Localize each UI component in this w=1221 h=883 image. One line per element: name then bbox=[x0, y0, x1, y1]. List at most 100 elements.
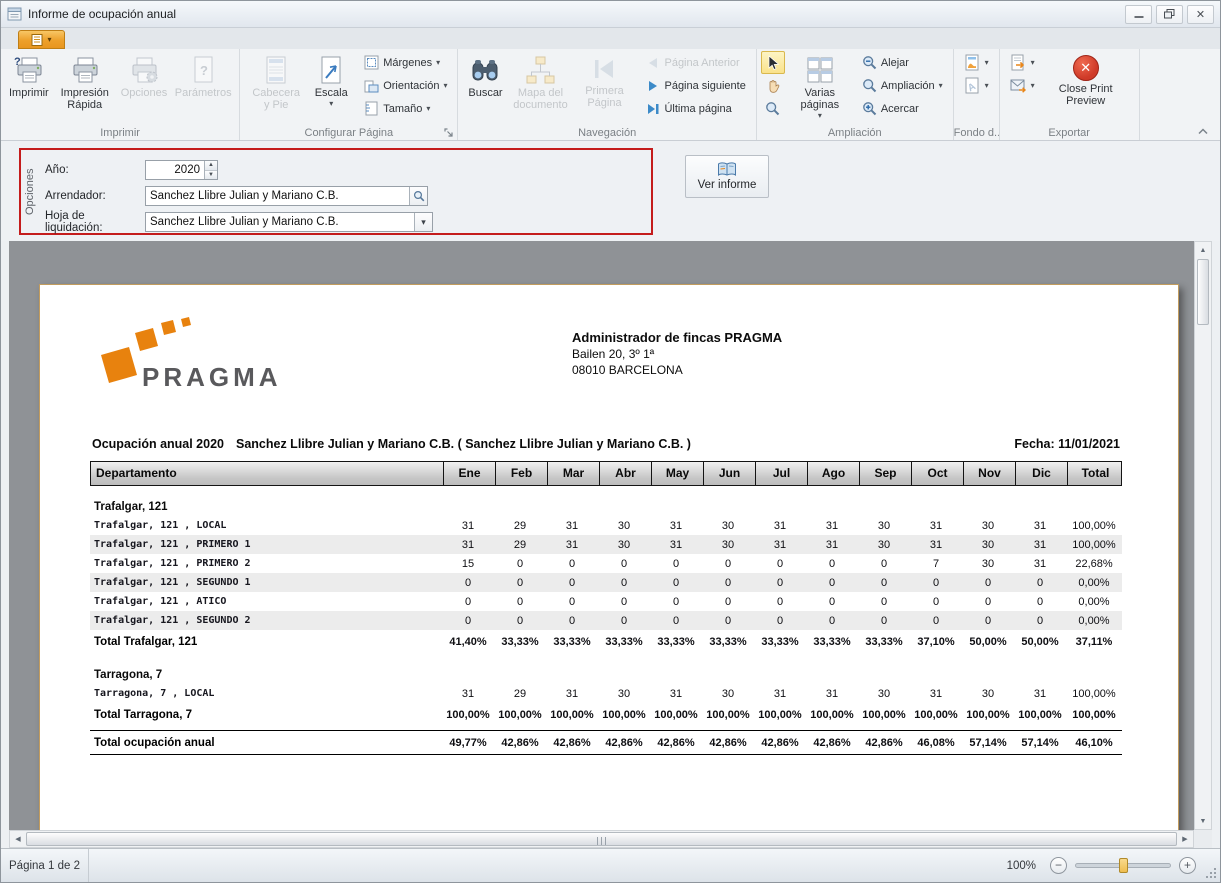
hand-tool-button[interactable] bbox=[761, 74, 785, 97]
horizontal-scrollbar[interactable]: ◀ ▶ bbox=[9, 830, 1194, 848]
scale-label: Escala bbox=[315, 87, 348, 99]
zoom-tool-button[interactable] bbox=[761, 97, 785, 120]
spinner-down-button[interactable]: ▼ bbox=[205, 170, 217, 180]
cell-value: 31 bbox=[910, 520, 962, 532]
cell-value: 33,33% bbox=[598, 636, 650, 648]
cell-value: 22,68% bbox=[1066, 558, 1122, 570]
report-title: Ocupación anual 2020 bbox=[92, 437, 224, 451]
restore-icon bbox=[1164, 9, 1175, 19]
cell-value: 0 bbox=[598, 615, 650, 627]
cell-value: 31 bbox=[546, 688, 598, 700]
row-label: Total ocupación anual bbox=[90, 737, 442, 749]
parameters-button[interactable]: ? Parámetros bbox=[171, 51, 235, 123]
close-print-preview-icon: ✕ bbox=[1073, 55, 1099, 81]
orientation-dropdown-arrow: ▾ bbox=[443, 81, 447, 90]
document-map-button[interactable]: Mapa del documento bbox=[508, 51, 572, 123]
search-button[interactable]: Buscar bbox=[462, 51, 508, 123]
zoom-out-button[interactable]: Alejar bbox=[856, 51, 949, 74]
last-page-button[interactable]: Última página bbox=[640, 97, 751, 120]
cell-value: 31 bbox=[442, 539, 494, 551]
cell-value: 15 bbox=[442, 558, 494, 570]
spinner-up-button[interactable]: ▲ bbox=[205, 161, 217, 170]
vertical-scrollbar-track[interactable] bbox=[1195, 326, 1211, 813]
scroll-down-button[interactable]: ▼ bbox=[1195, 813, 1211, 829]
watermark-button[interactable]: A ▾ bbox=[958, 74, 995, 97]
scrollbar-corner bbox=[1194, 830, 1212, 848]
next-page-button[interactable]: Página siguiente bbox=[640, 74, 751, 97]
zoom-slider[interactable] bbox=[1075, 857, 1171, 874]
export-document-button[interactable]: ▾ bbox=[1004, 51, 1041, 74]
zoom-level-button[interactable]: Ampliación ▾ bbox=[856, 74, 949, 97]
minimize-button[interactable] bbox=[1125, 5, 1152, 24]
size-button[interactable]: Tamaño ▾ bbox=[358, 97, 453, 120]
column-header: Nov bbox=[963, 462, 1015, 485]
cell-value: 100,00% bbox=[1014, 709, 1066, 721]
horizontal-scrollbar-thumb[interactable] bbox=[26, 832, 1177, 846]
year-input[interactable]: 2020 bbox=[146, 164, 204, 176]
pointer-tool-button[interactable] bbox=[761, 51, 785, 74]
cell-value: 50,00% bbox=[962, 636, 1014, 648]
ribbon-group-configurar-pagina: Cabecera y Pie Escala ▾ Márgenes ▾ Ori bbox=[240, 49, 458, 140]
settlement-dropdown-button[interactable]: ▾ bbox=[414, 213, 432, 231]
report-date: Fecha: 11/01/2021 bbox=[1014, 437, 1120, 451]
print-button[interactable]: ? Imprimir bbox=[5, 51, 53, 123]
resize-grip[interactable] bbox=[1204, 866, 1218, 880]
collapse-ribbon-button[interactable] bbox=[1194, 124, 1212, 138]
cell-value: 37,10% bbox=[910, 636, 962, 648]
view-report-button[interactable]: Ver informe bbox=[685, 155, 769, 198]
report-page: PRAGMA Administrador de fincas PRAGMA Ba… bbox=[39, 284, 1179, 830]
close-button[interactable]: ✕ bbox=[1187, 5, 1214, 24]
prev-page-button[interactable]: Página Anterior bbox=[640, 51, 751, 74]
preview-canvas[interactable]: PRAGMA Administrador de fincas PRAGMA Ba… bbox=[9, 241, 1194, 830]
cell-value: 31 bbox=[546, 520, 598, 532]
zoom-out-status-button[interactable]: − bbox=[1050, 857, 1067, 874]
close-print-preview-button[interactable]: ✕ Close Print Preview bbox=[1051, 51, 1121, 123]
cell-value: 33,33% bbox=[494, 636, 546, 648]
zoom-in-status-button[interactable]: + bbox=[1179, 857, 1196, 874]
quick-print-label: Impresión Rápida bbox=[57, 87, 113, 111]
landlord-combo[interactable]: Sanchez Llibre Julian y Mariano C.B. bbox=[145, 186, 428, 206]
cell-value: 0 bbox=[754, 596, 806, 608]
cell-value: 0 bbox=[702, 577, 754, 589]
zoom-slider-thumb[interactable] bbox=[1119, 858, 1128, 873]
vertical-scrollbar[interactable]: ▲ ▼ bbox=[1194, 241, 1212, 830]
cell-value: 0 bbox=[494, 615, 546, 627]
settlement-combo[interactable]: Sanchez Llibre Julian y Mariano C.B. ▾ bbox=[145, 212, 433, 232]
first-page-button[interactable]: Primera Página bbox=[572, 51, 636, 123]
next-page-label: Página siguiente bbox=[664, 80, 745, 92]
send-email-button[interactable]: ▾ bbox=[1004, 74, 1041, 97]
year-spinner[interactable]: 2020 ▲ ▼ bbox=[145, 160, 218, 180]
cell-value: 0 bbox=[702, 615, 754, 627]
document-map-label: Mapa del documento bbox=[512, 87, 568, 111]
print-options-button[interactable]: Opciones bbox=[117, 51, 171, 123]
quick-print-button[interactable]: Impresión Rápida bbox=[53, 51, 117, 123]
scroll-right-button[interactable]: ▶ bbox=[1177, 831, 1193, 847]
scroll-up-button[interactable]: ▲ bbox=[1195, 242, 1211, 258]
prev-page-icon bbox=[646, 56, 660, 70]
landlord-search-button[interactable] bbox=[409, 187, 427, 205]
cell-value: 0 bbox=[1014, 596, 1066, 608]
margins-button[interactable]: Márgenes ▾ bbox=[358, 51, 453, 74]
zoom-in-button[interactable]: Acercar bbox=[856, 97, 949, 120]
settlement-input[interactable]: Sanchez Llibre Julian y Mariano C.B. bbox=[146, 216, 414, 228]
cell-value: 100,00% bbox=[1066, 709, 1122, 721]
page-color-button[interactable]: ▾ bbox=[958, 51, 995, 74]
vertical-scrollbar-thumb[interactable] bbox=[1197, 259, 1209, 325]
landlord-input[interactable]: Sanchez Llibre Julian y Mariano C.B. bbox=[146, 190, 409, 202]
app-menu-button[interactable]: ▾ bbox=[18, 30, 65, 49]
page-setup-dialog-launcher[interactable] bbox=[441, 125, 455, 139]
cell-value: 0 bbox=[650, 558, 702, 570]
column-header: Dic bbox=[1015, 462, 1067, 485]
print-label: Imprimir bbox=[9, 87, 49, 99]
many-pages-button[interactable]: Varias páginas ▾ bbox=[788, 51, 852, 123]
restore-button[interactable] bbox=[1156, 5, 1183, 24]
scroll-left-button[interactable]: ◀ bbox=[10, 831, 26, 847]
cell-value: 0 bbox=[442, 596, 494, 608]
cell-value: 42,86% bbox=[702, 737, 754, 749]
cell-value: 100,00% bbox=[754, 709, 806, 721]
close-print-preview-label: Close Print Preview bbox=[1055, 83, 1117, 107]
orientation-button[interactable]: Orientación ▾ bbox=[358, 74, 453, 97]
scale-button[interactable]: Escala ▾ bbox=[308, 51, 354, 123]
zoom-in-icon bbox=[862, 101, 877, 116]
header-footer-button[interactable]: Cabecera y Pie bbox=[244, 51, 308, 123]
